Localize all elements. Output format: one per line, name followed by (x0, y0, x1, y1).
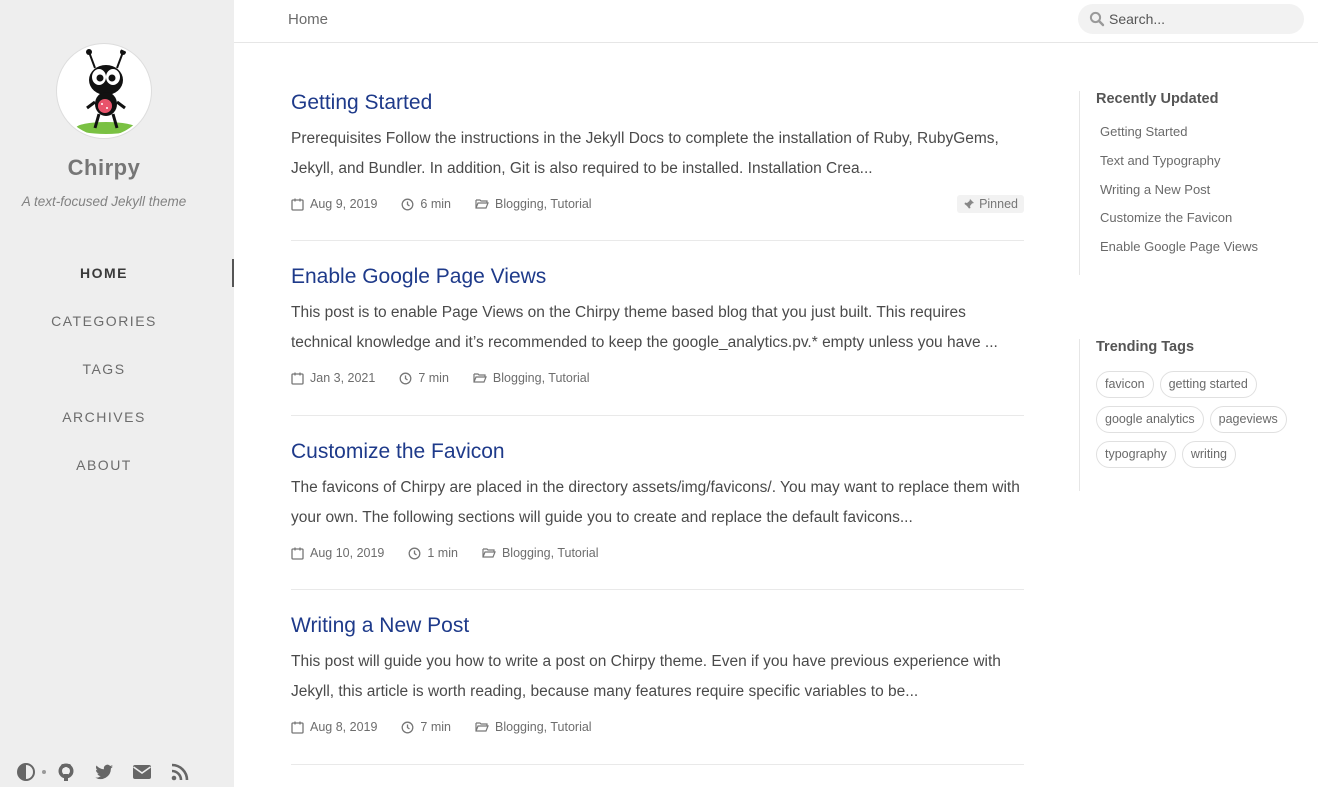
post-read-time-text: 1 min (427, 546, 458, 560)
post-excerpt: This post will guide you how to write a … (291, 653, 1001, 700)
tag-chip[interactable]: typography (1096, 441, 1176, 468)
nav-item-archives[interactable]: ARCHIVES (0, 402, 208, 450)
pinned-badge: Pinned (957, 195, 1024, 213)
post-categories: Blogging, Tutorial (475, 197, 592, 211)
post-date: Aug 9, 2019 (291, 197, 377, 211)
post-categories: Blogging, Tutorial (482, 546, 599, 560)
tag-chip[interactable]: getting started (1159, 371, 1257, 398)
post-date: Jan 3, 2021 (291, 371, 375, 385)
separator-dot (42, 770, 46, 774)
pinned-label: Pinned (979, 197, 1018, 211)
post-categories: Blogging, Tutorial (475, 720, 592, 734)
clock-icon (401, 721, 414, 733)
folder-open-icon (482, 548, 496, 558)
tag-chip[interactable]: pageviews (1209, 406, 1287, 433)
tag-chip[interactable]: google analytics (1096, 406, 1204, 433)
trending-tags-title: Trending Tags (1096, 339, 1195, 355)
topbar: Home (234, 0, 1318, 43)
post-read-time: 6 min (401, 197, 451, 211)
post-date-text: Aug 10, 2019 (310, 546, 385, 560)
pin-icon (964, 199, 975, 209)
recent-item[interactable]: Text and Typography (1100, 147, 1309, 176)
post-excerpt: The favicons of Chirpy are placed in the… (291, 479, 1020, 526)
post-categories-text[interactable]: Blogging, Tutorial (495, 197, 592, 211)
recent-item[interactable]: Getting Started (1100, 118, 1309, 147)
clock-icon (401, 198, 414, 210)
search-box[interactable] (1078, 4, 1304, 34)
theme-toggle-icon[interactable] (14, 760, 38, 784)
folder-open-icon (473, 373, 487, 383)
calendar-icon (291, 721, 304, 734)
post-excerpt: This post is to enable Page Views on the… (291, 304, 998, 351)
github-icon[interactable] (54, 760, 78, 784)
folder-open-icon (475, 722, 489, 732)
nav-item-home[interactable]: HOME (0, 258, 234, 306)
search-input[interactable] (1109, 11, 1289, 27)
nav-item-categories[interactable]: CATEGORIES (0, 306, 208, 354)
post-meta: Aug 9, 2019 6 min Blogging, Tutorial Pin… (291, 193, 1024, 215)
post-categories-text[interactable]: Blogging, Tutorial (493, 371, 590, 385)
recently-updated-list: Getting Started Text and Typography Writ… (1096, 118, 1309, 262)
email-icon[interactable] (130, 760, 154, 784)
recently-updated-panel: Recently Updated Getting Started Text an… (1079, 91, 1309, 275)
trending-tags-panel: Trending Tags favicon getting started go… (1079, 339, 1309, 491)
post-date: Aug 10, 2019 (291, 546, 384, 560)
post-date-text: Jan 3, 2021 (310, 371, 376, 385)
post-read-time: 7 min (399, 371, 449, 385)
breadcrumb[interactable]: Home (288, 11, 328, 28)
post-title[interactable]: Enable Google Page Views (291, 264, 1024, 290)
nav-item-about[interactable]: ABOUT (0, 450, 208, 498)
tag-chip[interactable]: writing (1181, 441, 1236, 468)
tag-chip[interactable]: favicon (1096, 371, 1154, 398)
search-icon (1089, 11, 1105, 27)
post-read-time-text: 7 min (420, 720, 451, 734)
tag-cloud: favicon getting started google analytics… (1096, 371, 1306, 476)
post-card: Customize the Favicon The favicons of Ch… (291, 439, 1024, 590)
calendar-icon (291, 372, 304, 385)
folder-open-icon (475, 199, 489, 209)
twitter-icon[interactable] (92, 760, 116, 784)
site-subtitle: A text-focused Jekyll theme (21, 194, 187, 209)
site-title[interactable]: Chirpy (0, 155, 208, 181)
post-title[interactable]: Writing a New Post (291, 613, 1024, 639)
avatar[interactable] (57, 44, 151, 138)
post-meta: Aug 10, 2019 1 min Blogging, Tutorial (291, 542, 1024, 564)
calendar-icon (291, 547, 304, 560)
post-title[interactable]: Getting Started (291, 90, 1024, 116)
sidebar-bottom-links (14, 760, 206, 784)
post-date-text: Aug 9, 2019 (310, 197, 378, 211)
post-title[interactable]: Customize the Favicon (291, 439, 1024, 465)
post-excerpt: Prerequisites Follow the instructions in… (291, 130, 999, 177)
post-card: Getting Started Prerequisites Follow the… (291, 90, 1024, 241)
post-read-time: 7 min (401, 720, 451, 734)
post-categories: Blogging, Tutorial (473, 371, 590, 385)
recent-item[interactable]: Writing a New Post (1100, 176, 1309, 205)
post-categories-text[interactable]: Blogging, Tutorial (502, 546, 599, 560)
recently-updated-title: Recently Updated (1096, 91, 1219, 107)
post-meta: Aug 8, 2019 7 min Blogging, Tutorial (291, 716, 1024, 738)
ant-mascot-icon (59, 46, 149, 136)
post-card: Enable Google Page Views This post is to… (291, 264, 1024, 416)
clock-icon (399, 372, 412, 384)
post-categories-text[interactable]: Blogging, Tutorial (495, 720, 592, 734)
post-card: Writing a New Post This post will guide … (291, 613, 1024, 765)
sidebar-nav: HOME CATEGORIES TAGS ARCHIVES ABOUT (0, 258, 234, 498)
post-date-text: Aug 8, 2019 (310, 720, 378, 734)
rss-icon[interactable] (168, 760, 192, 784)
nav-item-tags[interactable]: TAGS (0, 354, 208, 402)
post-read-time-text: 6 min (420, 197, 451, 211)
recent-item[interactable]: Customize the Favicon (1100, 204, 1309, 233)
calendar-icon (291, 198, 304, 211)
clock-icon (408, 547, 421, 559)
recent-item[interactable]: Enable Google Page Views (1100, 233, 1309, 262)
post-read-time-text: 7 min (418, 371, 449, 385)
sidebar: Chirpy A text-focused Jekyll theme HOME … (0, 0, 234, 787)
post-meta: Jan 3, 2021 7 min Blogging, Tutorial (291, 367, 1024, 389)
post-date: Aug 8, 2019 (291, 720, 377, 734)
post-read-time: 1 min (408, 546, 458, 560)
